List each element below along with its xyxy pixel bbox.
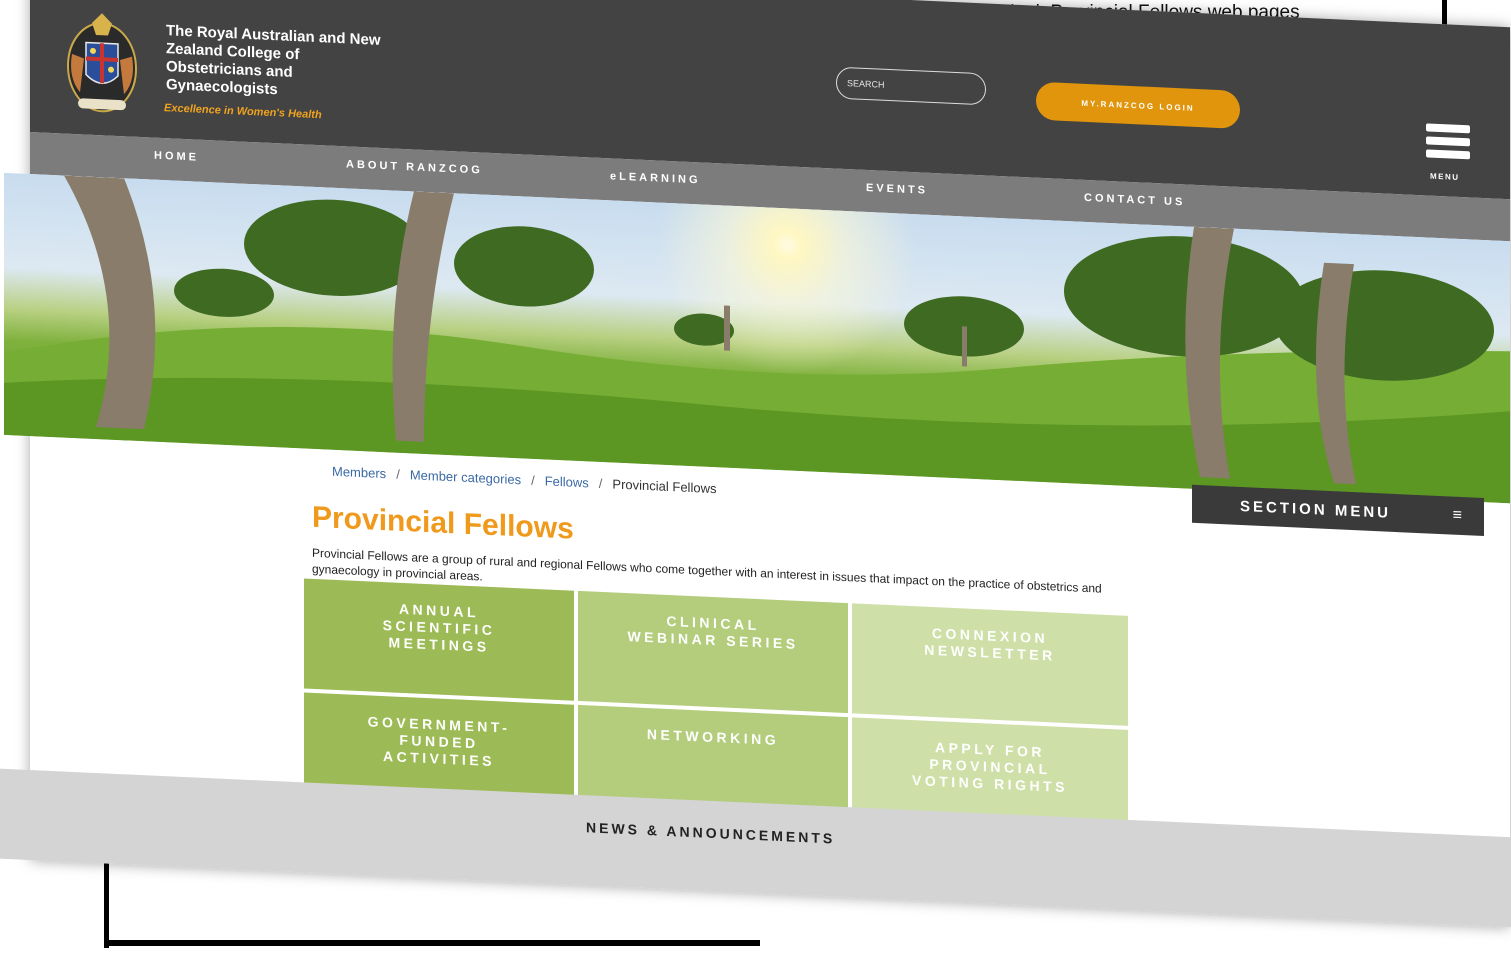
- college-crest-logo[interactable]: [62, 7, 142, 121]
- tile-clinical-webinar-series[interactable]: CLINICAL WEBINAR SERIES: [578, 590, 848, 714]
- breadcrumb: Members / Member categories / Fellows / Provin…: [332, 464, 716, 496]
- section-menu-icon: ≡: [1452, 506, 1462, 525]
- breadcrumb-separator: /: [598, 475, 603, 491]
- hamburger-bar: [1426, 123, 1470, 134]
- nav-home[interactable]: HOME: [154, 150, 199, 164]
- nav-about[interactable]: ABOUT RANZCOG: [346, 158, 483, 176]
- tile-connexion-newsletter[interactable]: CONNEXION NEWSLETTER: [852, 603, 1128, 726]
- nav-events[interactable]: EVENTS: [866, 182, 928, 197]
- org-name: The Royal Australian and New Zealand Col…: [166, 22, 381, 99]
- breadcrumb-fellows[interactable]: Fellows: [545, 473, 589, 490]
- document-frame-bottom: [104, 940, 760, 946]
- breadcrumb-members[interactable]: Members: [332, 464, 386, 481]
- breadcrumb-separator: /: [531, 472, 535, 488]
- nav-elearning[interactable]: eLEARNING: [610, 170, 701, 186]
- hamburger-menu-icon[interactable]: [1426, 123, 1470, 169]
- menu-label[interactable]: MENU: [1430, 172, 1460, 182]
- hamburger-bar: [1426, 136, 1470, 147]
- login-button[interactable]: MY.RANZCOG LOGIN: [1036, 81, 1240, 129]
- tile-annual-scientific-meetings[interactable]: ANNUAL SCIENTIFIC MEETINGS: [304, 578, 574, 701]
- breadcrumb-member-categories[interactable]: Member categories: [410, 467, 521, 487]
- section-menu-label: SECTION MENU: [1240, 497, 1392, 522]
- breadcrumb-separator: /: [396, 466, 400, 482]
- nav-contact[interactable]: CONTACT US: [1084, 192, 1185, 209]
- hamburger-bar: [1426, 149, 1470, 160]
- tagline: Excellence in Women's Health: [164, 102, 322, 122]
- breadcrumb-current: Provincial Fellows: [612, 476, 717, 497]
- website-screenshot: The Royal Australian and New Zealand Col…: [0, 0, 1511, 928]
- news-announcements-heading[interactable]: NEWS & ANNOUNCEMENTS: [586, 819, 835, 846]
- page-title: Provincial Fellows: [312, 500, 574, 546]
- search-input[interactable]: [836, 66, 986, 106]
